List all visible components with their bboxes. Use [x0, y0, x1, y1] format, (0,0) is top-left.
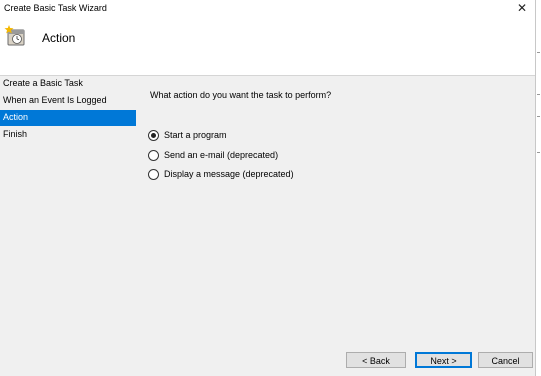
close-button[interactable]: ✕ — [515, 0, 529, 16]
action-question: What action do you want the task to perf… — [150, 90, 332, 100]
option-label[interactable]: Send an e-mail (deprecated) — [164, 150, 278, 160]
nav-step-action[interactable]: Action — [0, 110, 136, 126]
option-send-email[interactable]: Send an e-mail (deprecated) — [148, 148, 278, 162]
radio-send-email[interactable] — [148, 149, 159, 161]
page-title: Action — [42, 31, 76, 45]
wizard-steps-nav: Create a Basic Task When an Event Is Log… — [0, 76, 136, 144]
title-bar: Create Basic Task Wizard ✕ — [0, 0, 535, 16]
nav-step-trigger[interactable]: When an Event Is Logged — [0, 93, 136, 109]
radio-display-message[interactable] — [148, 168, 159, 180]
radio-start-program[interactable] — [148, 129, 159, 141]
option-display-message[interactable]: Display a message (deprecated) — [148, 167, 294, 181]
nav-step-create-task[interactable]: Create a Basic Task — [0, 76, 136, 92]
wizard-header: Action — [0, 16, 535, 76]
cancel-button[interactable]: Cancel — [478, 352, 533, 368]
back-button[interactable]: < Back — [346, 352, 406, 368]
wizard-window: Create Basic Task Wizard ✕ Action Create… — [0, 0, 536, 376]
background-window-edge — [536, 0, 541, 376]
edge-tick — [537, 52, 540, 53]
edge-tick — [537, 152, 540, 153]
edge-tick — [537, 116, 540, 117]
edge-tick — [537, 94, 540, 95]
task-scheduler-icon — [4, 25, 25, 46]
window-title: Create Basic Task Wizard — [4, 3, 107, 13]
option-start-program[interactable]: Start a program — [148, 128, 227, 142]
next-button[interactable]: Next > — [415, 352, 472, 368]
nav-step-finish[interactable]: Finish — [0, 127, 136, 143]
option-label[interactable]: Display a message (deprecated) — [164, 169, 294, 179]
option-label[interactable]: Start a program — [164, 130, 227, 140]
